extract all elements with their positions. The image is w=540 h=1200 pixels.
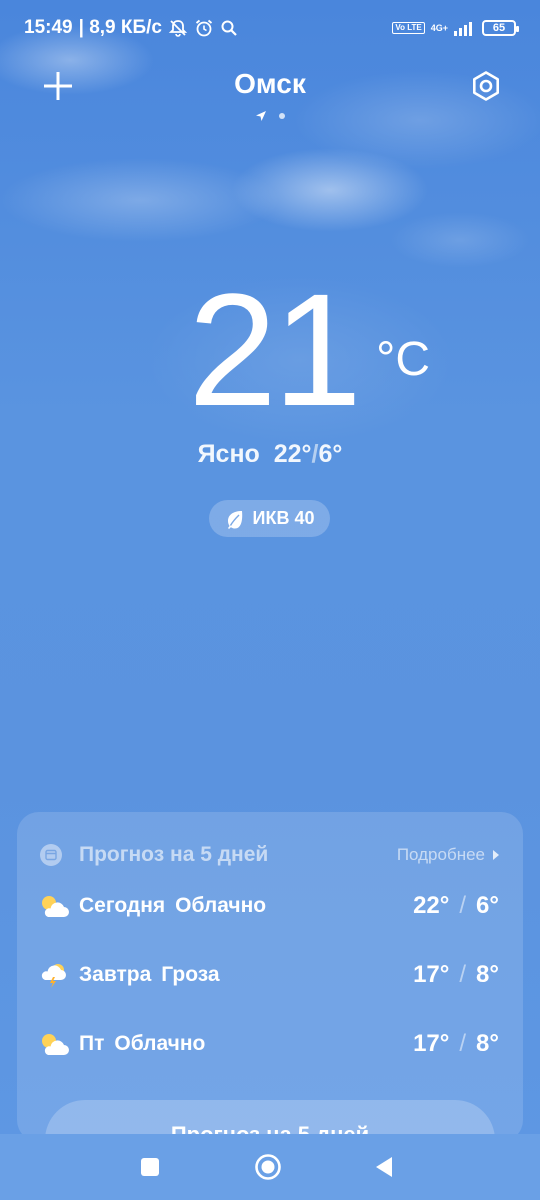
location-arrow-icon [256,111,266,121]
condition-line: Ясно 22°/6° [0,440,540,469]
forecast-card-header: Прогноз на 5 дней Подробнее [39,840,499,870]
forecast-row[interactable]: Сегодня Облачно 22°/6° [39,888,499,924]
forecast-day: Пт [79,1032,105,1055]
settings-button[interactable] [464,64,508,108]
forecast-desc: Облачно [175,894,267,917]
low-temp: 6° [318,440,343,468]
forecast-day: Сегодня [79,894,166,917]
chevron-right-icon [493,850,499,860]
forecast-temps: 17°/8° [413,961,499,988]
network-speed: | 8,9 КБ/с [78,17,162,38]
forecast-day: Завтра [79,963,152,986]
high-temp: 22° [273,440,312,468]
aqi-badge[interactable]: ИКВ 40 [209,500,330,537]
volte-badge: Vo LTE [392,22,425,34]
cloudy-sun-icon [39,891,69,921]
more-link[interactable]: Подробнее [397,845,499,865]
back-button[interactable] [362,1145,406,1189]
square-icon [141,1158,159,1176]
forecast-title: Прогноз на 5 дней [79,843,269,866]
city-name: Омск [234,68,306,99]
temp-separator: / [311,440,319,468]
current-temperature: 21 °C [188,260,430,439]
signal-icon [454,20,476,36]
status-right: Vo LTE 4G+ 65 [392,20,519,36]
forecast-row[interactable]: Пт Облачно 17°/8° [39,1026,499,1062]
leaf-icon [227,510,242,529]
battery-indicator: 65 [482,20,519,36]
home-circle-icon [255,1154,281,1180]
cloudy-sun-icon [39,1029,69,1059]
temperature-unit: °C [376,333,430,386]
forecast-card: Прогноз на 5 дней Подробнее Сегодня Обла… [17,812,523,1142]
recents-button[interactable] [128,1145,172,1189]
search-icon [220,19,238,37]
network-type: 4G+ [430,22,448,33]
condition-text: Ясно [197,440,260,468]
aqi-label: ИКВ 40 [252,508,315,528]
mute-icon [168,18,188,38]
forecast-desc: Облачно [114,1032,206,1055]
status-time: 15:49 [24,17,73,38]
calendar-icon [40,844,62,866]
home-button[interactable] [246,1145,290,1189]
forecast-temps: 22°/6° [413,892,499,919]
page-dot [279,113,285,119]
forecast-desc: Гроза [161,963,220,986]
page-indicator [0,110,540,122]
more-label: Подробнее [396,845,485,864]
alarm-icon [194,18,214,38]
thunderstorm-icon [39,960,69,990]
status-bar: 15:49 | 8,9 КБ/с Vo LTE 4G+ 65 [0,0,540,56]
back-triangle-icon [376,1157,392,1177]
current-temperature-block: 21 °C [0,270,540,430]
forecast-temps: 17°/8° [413,1030,499,1057]
header: Омск [0,60,540,130]
forecast-row[interactable]: Завтра Гроза 17°/8° [39,957,499,993]
navigation-bar [0,1134,540,1200]
status-left: 15:49 | 8,9 КБ/с [24,17,238,39]
settings-icon [473,71,500,101]
